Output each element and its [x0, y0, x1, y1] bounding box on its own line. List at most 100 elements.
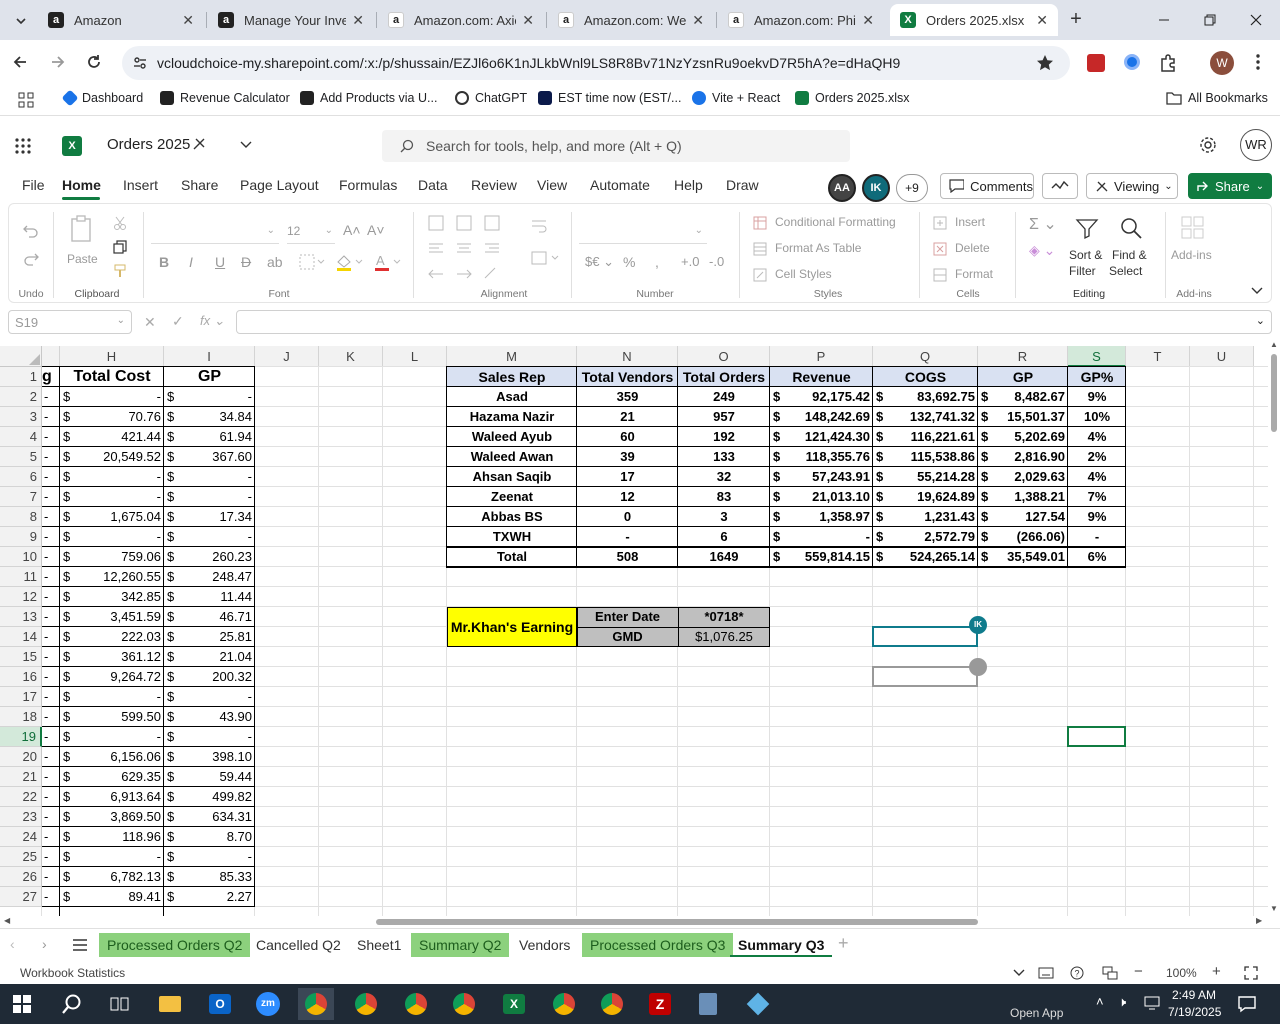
row-header[interactable]: 7 [0, 487, 42, 507]
wrap-text-icon[interactable] [531, 218, 547, 234]
cell-g-dash[interactable]: - [44, 867, 56, 887]
tab-search-button[interactable] [8, 8, 34, 34]
row-header[interactable]: 27 [0, 887, 42, 907]
summary-cell[interactable]: 132,741.32 [876, 407, 975, 427]
summary-cell[interactable]: - [773, 527, 870, 547]
cell-gp[interactable]: - [167, 847, 252, 867]
sheet-tab[interactable]: Cancelled Q2 [248, 933, 349, 957]
summary-cell[interactable]: Waleed Ayub [450, 427, 574, 447]
summary-cell[interactable]: 9% [1071, 507, 1123, 527]
browser-tab[interactable]: X Orders 2025.xlsx ✕ [890, 4, 1058, 36]
presence-avatar-ik[interactable]: IK [862, 174, 890, 202]
summary-cell[interactable]: 115,538.86 [876, 447, 975, 467]
cell-g-dash[interactable]: - [44, 767, 56, 787]
cell-g-dash[interactable]: - [44, 887, 56, 907]
summary-cell[interactable]: 6% [1071, 547, 1123, 567]
sheet-tab[interactable]: Processed Orders Q3 [582, 933, 734, 957]
vpn-extension-icon[interactable] [1124, 54, 1140, 70]
document-title[interactable]: Orders 2025 [107, 136, 190, 153]
cell-gp[interactable]: - [167, 387, 252, 407]
summary-cell[interactable]: 83 [681, 487, 767, 507]
summary-header[interactable]: Total Vendors [580, 367, 675, 387]
workbook-statistics-button[interactable]: Workbook Statistics [20, 966, 125, 980]
row-header[interactable]: 8 [0, 507, 42, 527]
cell-gp[interactable]: 200.32 [167, 667, 252, 687]
summary-cell[interactable]: 559,814.15 [773, 547, 870, 567]
cell-total-cost[interactable]: - [63, 387, 161, 407]
summary-cell[interactable]: 192 [681, 427, 767, 447]
delete-cells-button[interactable]: Delete [955, 241, 990, 255]
summary-cell[interactable]: TXWH [450, 527, 574, 547]
summary-cell[interactable]: 21 [580, 407, 675, 427]
prev-sheet-icon[interactable]: ‹ [10, 936, 15, 952]
next-sheet-icon[interactable]: › [42, 936, 47, 952]
summary-cell[interactable]: Total [450, 547, 574, 567]
cell-gp[interactable]: 8.70 [167, 827, 252, 847]
cell-g-dash[interactable]: - [44, 807, 56, 827]
bookmark-add-products[interactable]: Add Products via U... [300, 91, 437, 105]
summary-cell[interactable]: 7% [1071, 487, 1123, 507]
summary-cell[interactable]: 4% [1071, 427, 1123, 447]
increase-decimal-icon[interactable]: +.0 [681, 254, 699, 269]
tab-view[interactable]: View [537, 177, 567, 193]
cell-gp[interactable]: 46.71 [167, 607, 252, 627]
outlook-button[interactable]: O [202, 988, 238, 1020]
find-label-1[interactable]: Find & [1112, 248, 1147, 262]
cell-gp[interactable]: 59.44 [167, 767, 252, 787]
row-header[interactable]: 9 [0, 527, 42, 547]
summary-cell[interactable]: 249 [681, 387, 767, 407]
summary-header[interactable]: Sales Rep [450, 367, 574, 387]
cell-g-dash[interactable]: - [44, 447, 56, 467]
column-header[interactable]: J [255, 346, 319, 367]
summary-header[interactable]: COGS [876, 367, 975, 387]
cell-gp[interactable]: 248.47 [167, 567, 252, 587]
column-header[interactable]: O [678, 346, 770, 367]
bookmark-dashboard[interactable]: Dashboard [61, 89, 143, 107]
cell-gp[interactable]: 260.23 [167, 547, 252, 567]
column-header[interactable]: L [383, 346, 447, 367]
browser-tab[interactable]: a Amazon ✕ [38, 4, 204, 36]
summary-cell[interactable]: 957 [681, 407, 767, 427]
column-header[interactable]: T [1126, 346, 1190, 367]
cell-g-dash[interactable]: - [44, 547, 56, 567]
sheet-tab[interactable]: Vendors [511, 933, 578, 957]
row-header[interactable]: 15 [0, 647, 42, 667]
summary-cell[interactable]: 21,013.10 [773, 487, 870, 507]
column-header[interactable]: S [1068, 346, 1126, 367]
summary-cell[interactable]: 5,202.69 [981, 427, 1065, 447]
cell-total-cost[interactable]: 1,675.04 [63, 507, 161, 527]
gmd-value[interactable]: $1,076.25 [681, 627, 767, 647]
row-header[interactable]: 1 [0, 367, 42, 387]
all-sheets-menu-icon[interactable] [72, 938, 88, 952]
close-tab-icon[interactable]: ✕ [182, 12, 194, 29]
summary-cell[interactable]: 2,572.79 [876, 527, 975, 547]
extensions-puzzle-icon[interactable] [1158, 53, 1178, 73]
scroll-down-icon[interactable]: ▼ [1270, 904, 1278, 913]
tab-draw[interactable]: Draw [726, 177, 759, 193]
summary-cell[interactable]: 127.54 [981, 507, 1065, 527]
keyboard-icon[interactable] [1038, 967, 1054, 979]
cell-gp[interactable]: 61.94 [167, 427, 252, 447]
summary-cell[interactable]: 12 [580, 487, 675, 507]
summary-cell[interactable]: 359 [580, 387, 675, 407]
restore-button[interactable] [1198, 8, 1222, 32]
row-header[interactable]: 10 [0, 547, 42, 567]
sheet-tab[interactable]: Summary Q2 [411, 933, 510, 957]
excel-app-button[interactable]: X [496, 988, 532, 1020]
cell-gp[interactable]: - [167, 467, 252, 487]
presence-avatar-aa[interactable]: AA [828, 174, 856, 202]
cell-total-cost[interactable]: 6,782.13 [63, 867, 161, 887]
chrome-button-1[interactable] [298, 988, 334, 1020]
cell-total-cost[interactable]: 421.44 [63, 427, 161, 447]
paste-button[interactable]: Paste [65, 214, 98, 284]
enter-date-value[interactable]: *0718* [681, 607, 767, 627]
sort-label-1[interactable]: Sort & [1069, 248, 1102, 262]
row-header[interactable]: 23 [0, 807, 42, 827]
back-button[interactable] [10, 52, 30, 75]
summary-cell[interactable]: (266.06) [981, 527, 1065, 547]
file-explorer-button[interactable] [152, 988, 188, 1020]
column-header[interactable]: I [164, 346, 255, 367]
cell-g1[interactable]: g [42, 367, 54, 387]
cell-total-cost[interactable]: - [63, 687, 161, 707]
cell-gp[interactable]: - [167, 527, 252, 547]
